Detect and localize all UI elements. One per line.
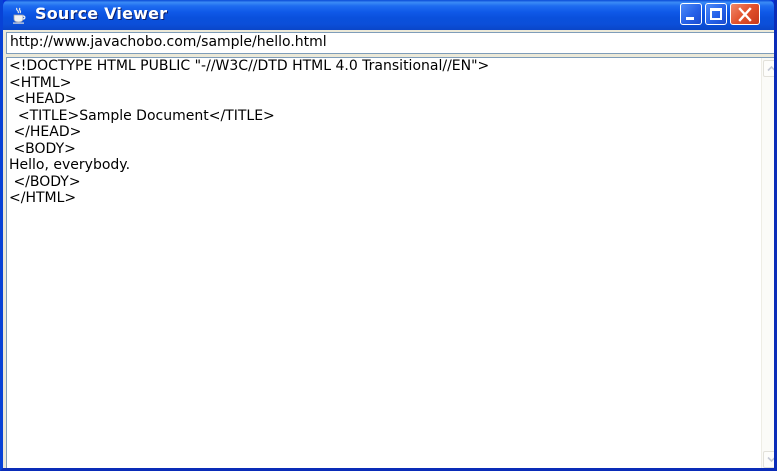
maximize-icon	[710, 8, 722, 20]
minimize-icon	[686, 17, 694, 20]
scroll-down-button[interactable]	[763, 451, 774, 468]
java-cup-icon	[13, 7, 26, 24]
vertical-scrollbar[interactable]	[761, 58, 774, 468]
window-title: Source Viewer	[35, 4, 168, 23]
scroll-up-button[interactable]	[763, 60, 774, 77]
title-bar[interactable]: Source Viewer	[3, 0, 774, 30]
close-icon	[738, 7, 752, 22]
scroll-up-arrow-icon	[767, 65, 774, 72]
source-viewer-window: Source Viewer http://www.javachobo.com/s…	[0, 0, 777, 471]
url-field[interactable]: http://www.javachobo.com/sample/hello.ht…	[6, 32, 774, 54]
scroll-down-arrow-icon	[767, 456, 774, 463]
minimize-button[interactable]	[680, 3, 702, 25]
source-code-text[interactable]: <!DOCTYPE HTML PUBLIC "-//W3C//DTD HTML …	[9, 58, 749, 468]
close-button[interactable]	[730, 3, 760, 25]
source-text-area[interactable]: <!DOCTYPE HTML PUBLIC "-//W3C//DTD HTML …	[6, 57, 774, 468]
client-area: http://www.javachobo.com/sample/hello.ht…	[3, 30, 774, 468]
maximize-button[interactable]	[705, 3, 727, 25]
